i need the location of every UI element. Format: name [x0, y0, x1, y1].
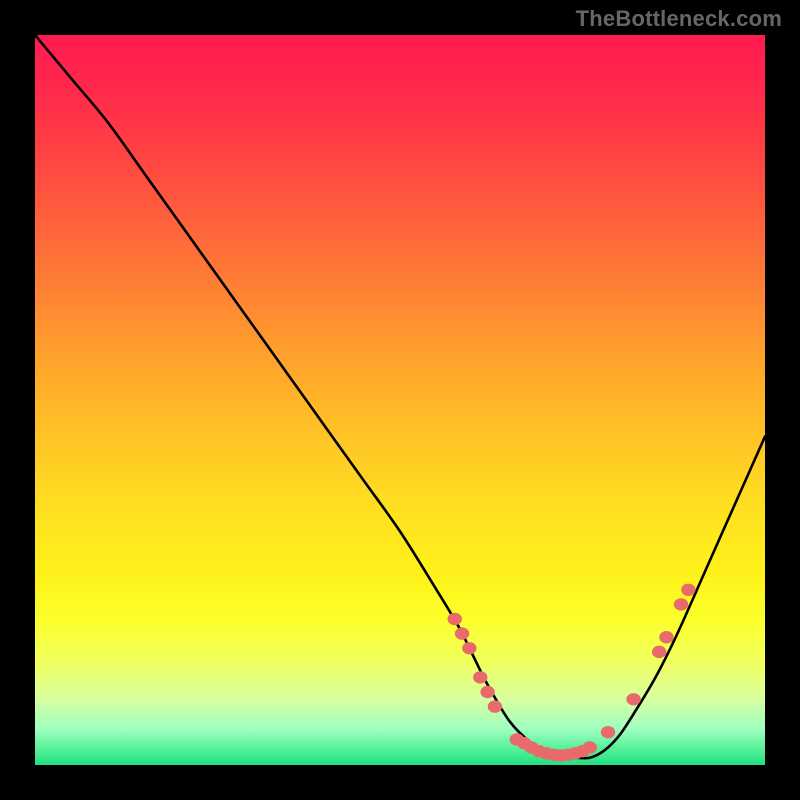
curve-marker	[462, 642, 476, 654]
curve-marker	[473, 671, 487, 683]
curve-marker	[626, 693, 640, 705]
chart-plot-area	[35, 35, 765, 765]
curve-marker	[480, 686, 494, 698]
curve-marker	[601, 726, 615, 738]
watermark-text: TheBottleneck.com	[576, 6, 782, 32]
curve-marker	[674, 598, 688, 610]
curve-marker	[681, 584, 695, 596]
curve-marker	[652, 646, 666, 658]
curve-marker	[448, 613, 462, 625]
curve-marker	[455, 627, 469, 639]
curve-marker	[583, 741, 597, 753]
curve-marker	[488, 700, 502, 712]
chart-svg	[35, 35, 765, 765]
curve-marker	[659, 631, 673, 643]
